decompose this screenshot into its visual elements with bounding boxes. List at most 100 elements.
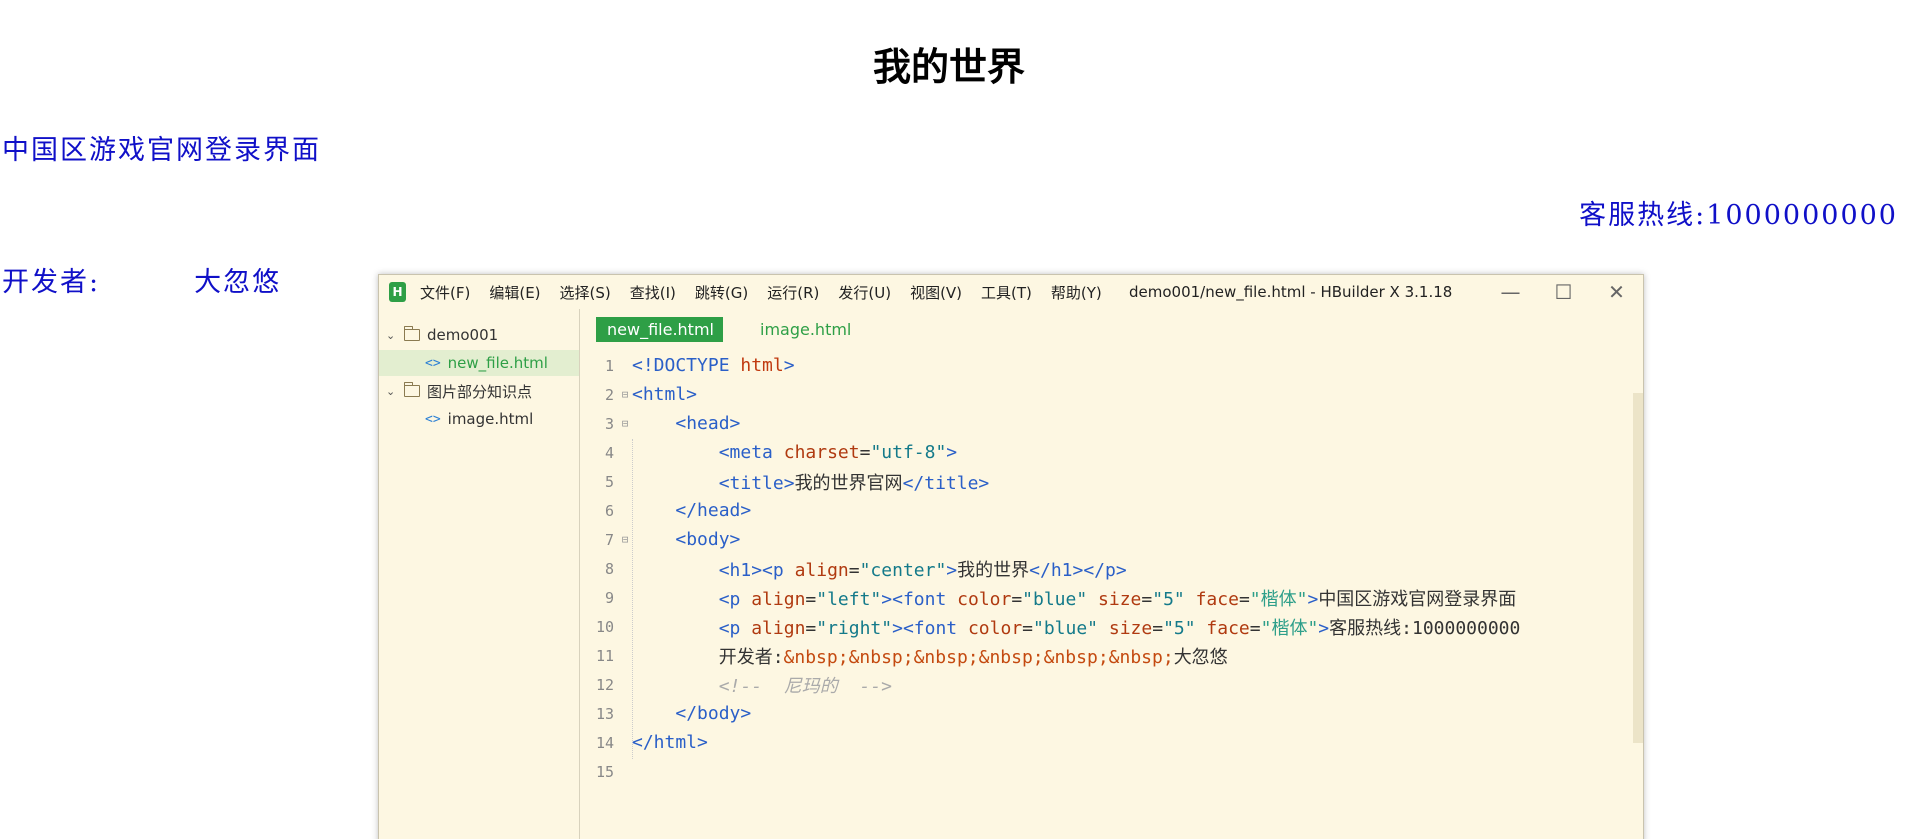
minimize-button[interactable]: — (1484, 275, 1537, 309)
line-number: 3 (604, 414, 614, 433)
code-line: 7 ⊟ <body> (580, 525, 740, 554)
tree-folder-image-notes[interactable]: ⌄ 图片部分知识点 (379, 378, 579, 404)
line-number: 5 (604, 472, 614, 491)
chevron-down-icon[interactable]: ⌄ (386, 385, 400, 398)
code-line: 14 </html> (580, 728, 708, 757)
line-number: 7 (604, 530, 614, 549)
code-token: </html> (632, 732, 708, 753)
code-line: 2 ⊟ <html> (580, 380, 697, 409)
menu-edit[interactable]: 编辑(E) (489, 282, 540, 303)
tree-item-label: image.html (447, 410, 534, 428)
code-token: html (740, 355, 784, 376)
code-token: <h1><p (718, 559, 795, 581)
menu-help[interactable]: 帮助(Y) (1051, 282, 1102, 303)
menu-run[interactable]: 运行(R) (767, 282, 819, 303)
line-number: 1 (604, 356, 614, 375)
page-heading: 我的世界 (872, 45, 1025, 89)
fold-icon[interactable]: ⊟ (618, 417, 632, 430)
tree-item-label: demo001 (427, 326, 499, 344)
code-token: = (848, 559, 860, 581)
code-token: </h1></p> (1029, 559, 1127, 581)
code-token: "right" (816, 617, 893, 639)
code-line: 13 </body> (580, 699, 751, 728)
code-token: "center" (859, 559, 947, 581)
tab-image[interactable]: image.html (749, 317, 862, 342)
tree-file-new-file[interactable]: <> new_file.html (379, 350, 579, 376)
code-token: = (1011, 588, 1023, 610)
code-token: color (957, 588, 1012, 610)
code-line: 8 <h1><p align="center">我的世界</h1></p> (580, 554, 1127, 583)
developer-name: 大忽悠 (194, 267, 282, 298)
code-token: = (1249, 617, 1261, 639)
code-token: color (967, 617, 1023, 639)
maximize-button[interactable]: ☐ (1537, 275, 1590, 309)
code-token: size (1098, 617, 1153, 639)
code-file-icon: <> (425, 355, 441, 371)
project-sidebar: ⌄ demo001 <> new_file.html ⌄ 图片部分知识点 <> … (379, 309, 580, 839)
line-number: 6 (604, 501, 614, 520)
line-number: 2 (604, 385, 614, 404)
hbuilder-logo-icon[interactable]: H (389, 282, 406, 302)
fold-icon[interactable]: ⊟ (618, 533, 632, 546)
code-editor[interactable]: new_file.html image.html 1 <!DOCTYPE htm… (580, 309, 1643, 839)
hbuilder-window: H 文件(F) 编辑(E) 选择(S) 查找(I) 跳转(G) 运行(R) 发行… (378, 274, 1644, 839)
code-token: face (1184, 588, 1239, 610)
code-token: align (794, 559, 849, 581)
code-token: <!DOCTYPE (632, 355, 741, 376)
tree-folder-demo001[interactable]: ⌄ demo001 (379, 322, 579, 348)
close-button[interactable]: ✕ (1590, 275, 1643, 309)
code-token: > (783, 355, 795, 376)
menu-goto[interactable]: 跳转(G) (695, 282, 748, 303)
code-token: <html> (632, 384, 698, 405)
folder-icon (403, 326, 420, 341)
tree-file-image[interactable]: <> image.html (379, 406, 579, 432)
code-token: face (1195, 617, 1250, 639)
code-token: align (751, 617, 806, 639)
code-token: "5" (1163, 617, 1196, 639)
code-token: = (1141, 588, 1153, 610)
hotline-text: 客服热线:1000000000 (1579, 200, 1898, 231)
menu-view[interactable]: 视图(V) (910, 282, 962, 303)
menu-publish[interactable]: 发行(U) (838, 282, 891, 303)
tree-item-label: 图片部分知识点 (427, 382, 533, 401)
code-token: 中国区游戏官网登录界面 (1318, 588, 1517, 610)
code-token: = (1238, 588, 1250, 610)
line-number: 10 (595, 617, 614, 636)
line-number: 15 (595, 762, 614, 781)
chevron-down-icon[interactable]: ⌄ (386, 329, 400, 342)
code-area[interactable]: 1 <!DOCTYPE html> 2 ⊟ <html> 3 ⊟ <head> 4 … (580, 351, 1643, 839)
code-token: 大忽悠 (1173, 646, 1228, 668)
code-token: <head> (675, 413, 741, 434)
code-token: 我的世界官网 (794, 472, 903, 494)
code-token: = (1152, 617, 1164, 639)
code-token: "blue" (1033, 617, 1099, 639)
developer-line: 开发者: 大忽悠 (2, 260, 281, 299)
code-token: <body> (675, 529, 741, 550)
code-token: </body> (675, 703, 752, 724)
code-line: 9 <p align="left"><font color="blue" siz… (580, 583, 1516, 612)
menu-find[interactable]: 查找(I) (630, 282, 676, 303)
code-token: = (805, 617, 817, 639)
code-line: 15 (580, 757, 632, 786)
line-number: 12 (595, 675, 614, 694)
code-token: 开发者: (718, 646, 784, 668)
menu-tools[interactable]: 工具(T) (981, 282, 1032, 303)
title-bar: H 文件(F) 编辑(E) 选择(S) 查找(I) 跳转(G) 运行(R) 发行… (379, 275, 1643, 309)
code-line: 3 ⊟ <head> (580, 409, 740, 438)
code-token: &nbsp;&nbsp;&nbsp;&nbsp;&nbsp;&nbsp; (783, 646, 1174, 668)
code-token: size (1087, 588, 1142, 610)
menu-file[interactable]: 文件(F) (420, 282, 470, 303)
code-token: = (1022, 617, 1033, 639)
code-token: ><font (881, 588, 958, 610)
tab-new-file[interactable]: new_file.html (596, 317, 723, 342)
code-token: "left" (816, 588, 882, 610)
code-token: = (859, 442, 871, 463)
window-title: demo001/new_file.html - HBuilder X 3.1.1… (1129, 283, 1453, 301)
code-token: > (1307, 588, 1319, 610)
developer-label: 开发者: (2, 267, 101, 298)
code-line: 5 <title>我的世界官网</title> (580, 467, 989, 496)
code-token: </head> (675, 500, 752, 521)
code-token: ><font (892, 617, 968, 639)
menu-select[interactable]: 选择(S) (560, 282, 611, 303)
fold-icon[interactable]: ⊟ (618, 388, 632, 401)
